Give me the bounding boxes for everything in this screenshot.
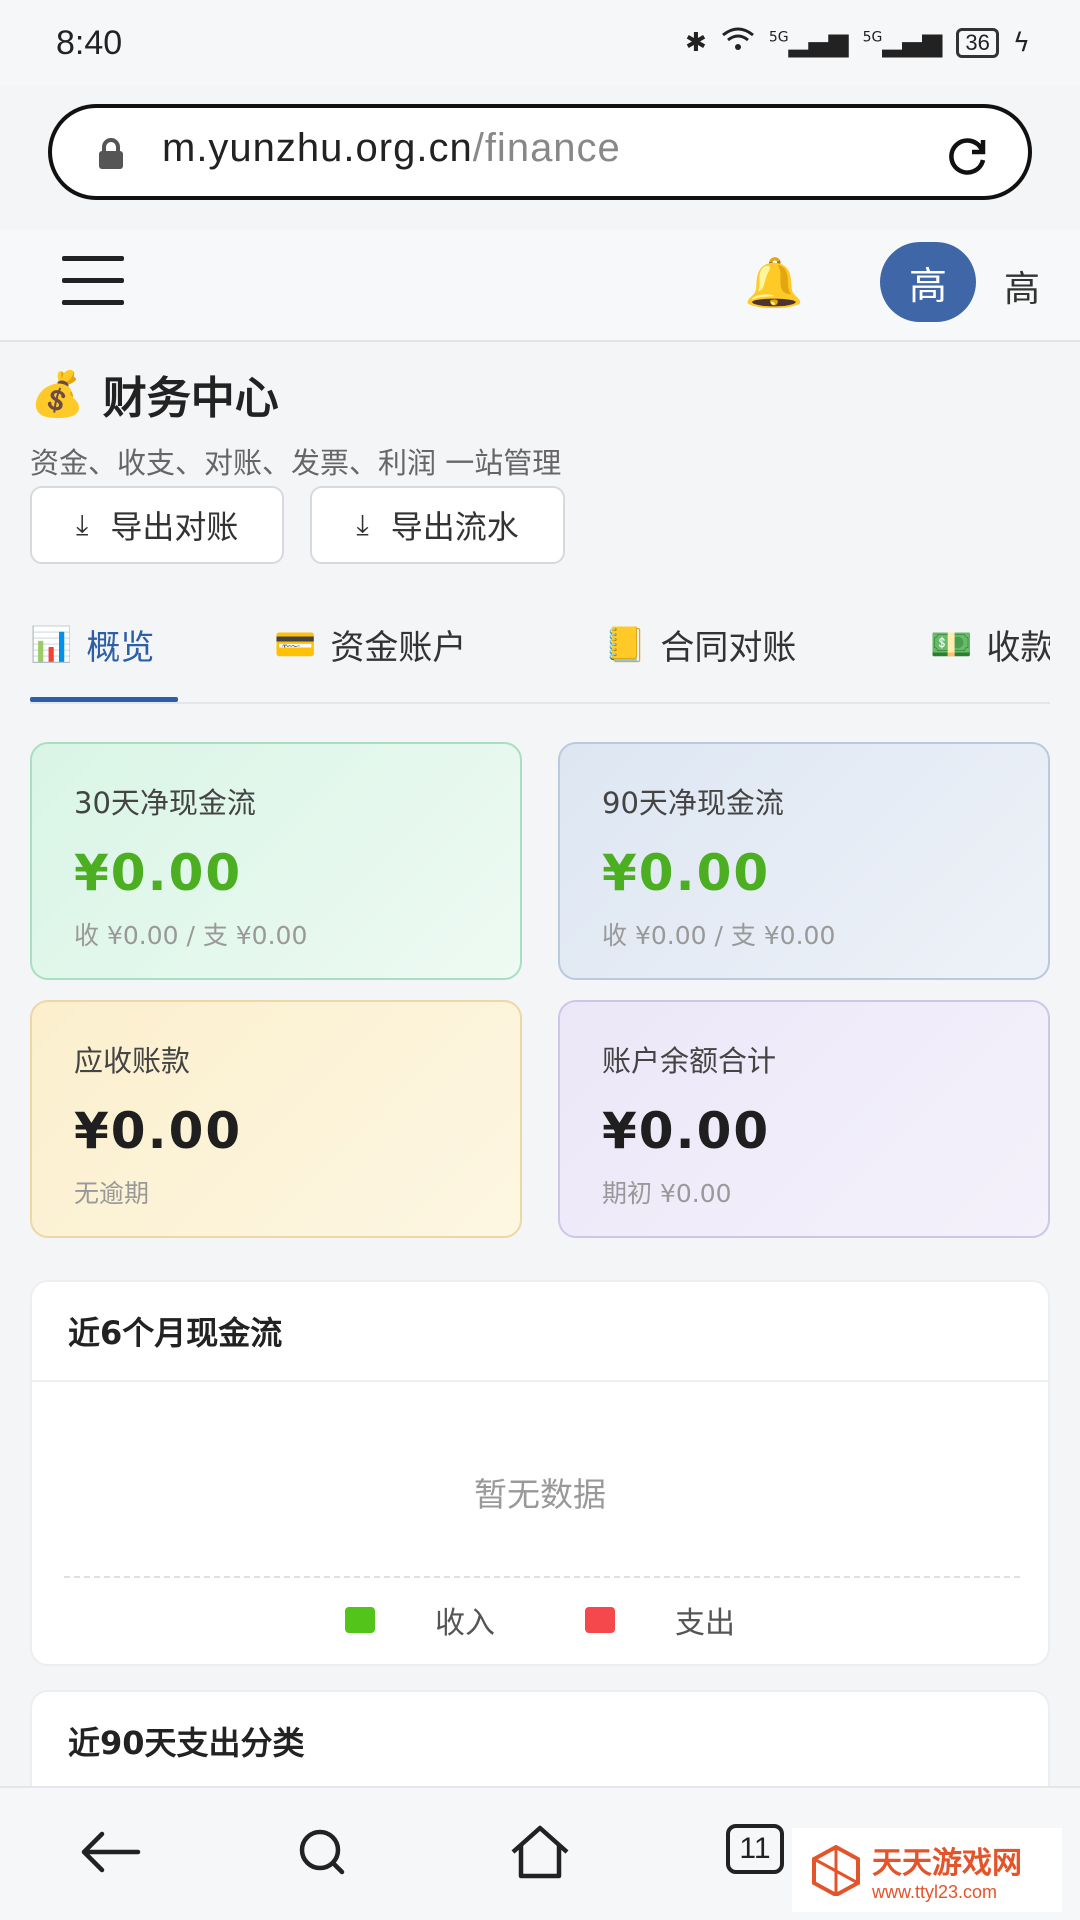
legend-swatch-income <box>345 1607 375 1633</box>
empty-state-text: 暂无数据 <box>474 1475 606 1514</box>
cashflow-6-month-panel: 近6个月现金流 暂无数据 收入 支出 <box>30 1280 1050 1666</box>
credit-card-icon: 💳 <box>274 624 317 665</box>
tab-label: 概览 <box>86 628 155 668</box>
page-title: 💰 财务中心 <box>30 362 561 426</box>
button-label: 导出对账 <box>110 508 239 546</box>
url-text[interactable]: m.yunzhu.org.cn/finance <box>162 126 621 171</box>
card-value: ¥0.00 <box>602 1102 771 1160</box>
page-title-text: 财务中心 <box>102 373 279 424</box>
legend-swatch-expense <box>585 1607 615 1633</box>
legend-label-income: 收入 <box>435 1606 495 1641</box>
back-icon[interactable] <box>74 1822 144 1882</box>
net-cashflow-30d-card[interactable]: 30天净现金流 ¥0.00 收 ¥0.00 / 支 ¥0.00 <box>30 742 522 980</box>
tab-label: 收款 <box>986 628 1050 668</box>
finance-tabs: 📊 概览 💳 资金账户 📒 合同对账 💵 收款 <box>30 594 1050 704</box>
tab-overview[interactable]: 📊 概览 <box>30 620 154 669</box>
home-icon[interactable] <box>505 1822 575 1882</box>
avatar[interactable]: 高 <box>880 242 976 322</box>
status-icons: ✱ 5G▂▄▆ 5G▂▄▆ 36 ϟ <box>685 26 1030 59</box>
action-buttons: ⤓ 导出对账 ⤓ 导出流水 <box>30 486 565 564</box>
status-time: 8:40 <box>56 24 123 62</box>
page-subtitle: 资金、收支、对账、发票、利润 一站管理 <box>30 446 562 480</box>
signal-icon: 5G▂▄▆ <box>862 27 943 58</box>
lock-icon <box>99 138 123 169</box>
export-reconciliation-button[interactable]: ⤓ 导出对账 <box>30 486 285 564</box>
bluetooth-icon: ✱ <box>685 27 707 58</box>
account-balance-total-card[interactable]: 账户余额合计 ¥0.00 期初 ¥0.00 <box>558 1000 1050 1238</box>
card-value: ¥0.00 <box>74 1102 243 1160</box>
bell-icon[interactable]: 🔔 <box>744 254 804 311</box>
export-flow-button[interactable]: ⤓ 导出流水 <box>310 486 565 564</box>
card-label: 30天净现金流 <box>74 786 256 820</box>
active-tab-indicator <box>30 697 178 702</box>
battery-icon: 36 <box>956 27 999 58</box>
card-value: ¥0.00 <box>74 844 243 902</box>
signal-icon: 5G▂▄▆ <box>768 27 849 58</box>
search-icon[interactable] <box>288 1822 358 1882</box>
page-header: 💰 财务中心 资金、收支、对账、发票、利润 一站管理 <box>30 362 561 482</box>
wifi-icon <box>721 26 755 59</box>
tab-label: 合同对账 <box>660 628 797 668</box>
card-subtext: 收 ¥0.00 / 支 ¥0.00 <box>602 921 836 950</box>
watermark: 天天游戏网 www.ttyl23.com <box>792 1828 1062 1912</box>
reload-icon[interactable] <box>942 130 992 180</box>
address-bar[interactable]: m.yunzhu.org.cn/finance <box>48 104 1032 200</box>
tabs-button[interactable]: 11 <box>726 1824 784 1874</box>
accounts-receivable-card[interactable]: 应收账款 ¥0.00 无逾期 <box>30 1000 522 1238</box>
download-icon: ⤓ <box>76 508 89 541</box>
tab-fund-accounts[interactable]: 💳 资金账户 <box>274 620 466 669</box>
divider <box>64 1576 1020 1578</box>
menu-icon[interactable] <box>62 256 124 306</box>
card-label: 应收账款 <box>74 1044 191 1078</box>
net-cashflow-90d-card[interactable]: 90天净现金流 ¥0.00 收 ¥0.00 / 支 ¥0.00 <box>558 742 1050 980</box>
card-subtext: 收 ¥0.00 / 支 ¥0.00 <box>74 921 308 950</box>
card-value: ¥0.00 <box>602 844 771 902</box>
download-icon: ⤓ <box>356 508 369 541</box>
chart-legend: 收入 支出 <box>32 1598 1048 1642</box>
card-subtext: 期初 ¥0.00 <box>602 1179 732 1208</box>
button-label: 导出流水 <box>390 508 519 546</box>
watermark-site: www.ttyl23.com <box>872 1881 998 1902</box>
status-bar: 8:40 ✱ 5G▂▄▆ 5G▂▄▆ 36 ϟ <box>0 0 1080 86</box>
user-name[interactable]: 高 <box>1004 260 1040 312</box>
card-label: 账户余额合计 <box>602 1044 777 1078</box>
tab-contract-reconciliation[interactable]: 📒 合同对账 <box>604 620 796 669</box>
app-header: 🔔 高 高 <box>0 230 1080 342</box>
tab-label: 资金账户 <box>330 628 467 668</box>
panel-title: 近6个月现金流 <box>32 1282 1048 1382</box>
banknote-icon: 💵 <box>930 624 973 665</box>
bar-chart-icon: 📊 <box>30 624 73 665</box>
charging-icon: ϟ <box>1012 27 1030 58</box>
watermark-brand: 天天游戏网 <box>872 1845 1022 1881</box>
money-bag-icon: 💰 <box>30 369 85 420</box>
tab-receipts[interactable]: 💵 收款 <box>930 620 1050 669</box>
watermark-logo-icon <box>812 1844 860 1896</box>
ledger-icon: 📒 <box>604 624 647 665</box>
panel-title: 近90天支出分类 <box>68 1724 305 1762</box>
legend-label-expense: 支出 <box>675 1606 735 1641</box>
card-label: 90天净现金流 <box>602 786 784 820</box>
card-subtext: 无逾期 <box>74 1179 150 1208</box>
